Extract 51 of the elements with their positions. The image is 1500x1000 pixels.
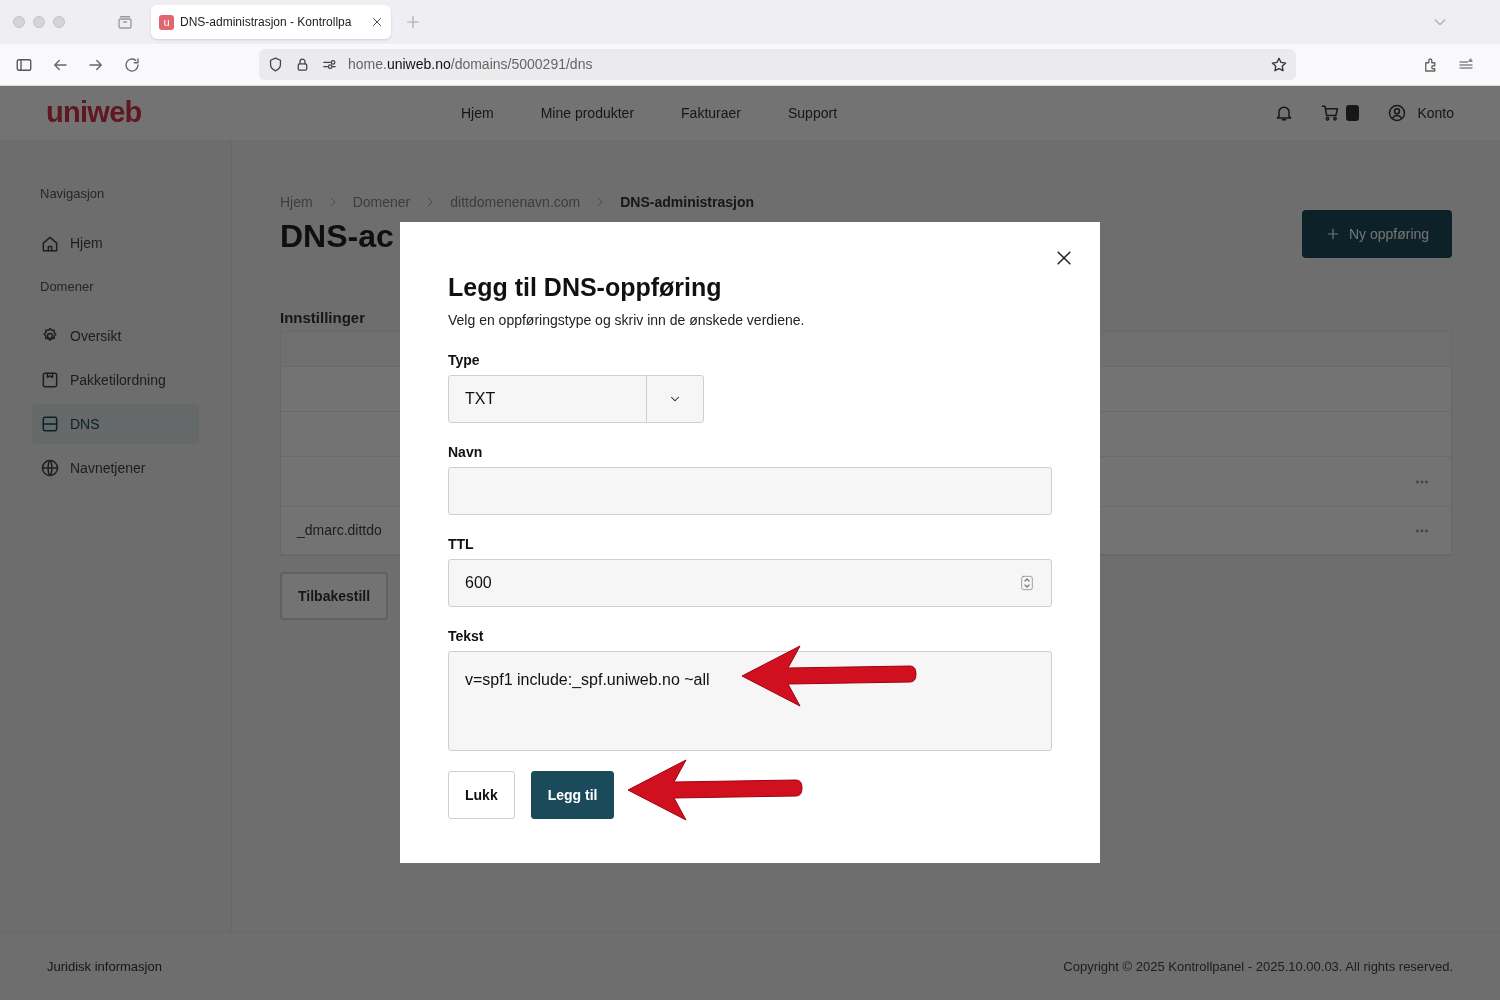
- add-button[interactable]: Legg til: [530, 771, 615, 819]
- field-label: Type: [448, 351, 481, 368]
- field-label: Tekst: [448, 627, 485, 644]
- page-title: DNS-ac: [280, 217, 394, 256]
- tab-title: DNS-administrasjon - Kontrollpa: [180, 14, 353, 31]
- close-button[interactable]: Lukk: [448, 771, 515, 819]
- sidebar-item[interactable]: Navnetjener: [32, 448, 199, 488]
- reload-icon[interactable]: [123, 55, 141, 74]
- table-cell-text: _dmarc.dittdo: [297, 521, 382, 540]
- server-icon: [40, 414, 60, 434]
- sidebar-item[interactable]: Pakketilordning: [32, 360, 199, 400]
- globe-icon: [40, 458, 60, 478]
- star-icon[interactable]: [1270, 55, 1288, 74]
- ttl-input[interactable]: 600: [448, 559, 1052, 607]
- sidebar-item[interactable]: Hjem: [32, 223, 199, 264]
- close-icon[interactable]: [371, 16, 383, 28]
- nav-link[interactable]: Support: [788, 102, 838, 124]
- cart-icon[interactable]: [1320, 103, 1341, 123]
- url-text: home.uniweb.no/domains/5000291/dns: [348, 55, 594, 74]
- type-dropdown[interactable]: TXT: [448, 375, 704, 423]
- account-link[interactable]: Konto: [1417, 102, 1454, 124]
- browser-tab[interactable]: u DNS-administrasjon - Kontrollpa: [151, 5, 391, 39]
- reset-button[interactable]: Tilbakestill: [280, 572, 389, 620]
- shield-icon: [267, 56, 284, 73]
- copyright-text: Copyright © 2025 Kontrollpanel - 2025.10.00.03. All rights reserved.: [1063, 957, 1453, 976]
- section-title: Innstillinger: [280, 308, 365, 328]
- user-circle-icon[interactable]: [1387, 103, 1408, 123]
- logo[interactable]: uniweb: [46, 91, 461, 135]
- section-heading: Navigasjon: [40, 185, 106, 203]
- address-bar[interactable]: home.uniweb.no/domains/5000291/dns: [259, 49, 1296, 80]
- nav-link[interactable]: Fakturaer: [681, 102, 741, 124]
- field-label: Navn: [448, 443, 484, 460]
- spinner-icon[interactable]: [1019, 575, 1035, 591]
- dialog-subtitle: Velg en oppføringstype og skriv inn de ønskede verdiene.: [448, 311, 806, 330]
- favicon-icon: u: [159, 14, 174, 30]
- close-icon[interactable]: [1054, 248, 1074, 268]
- cart-badge: [1346, 105, 1360, 121]
- sidebar-item[interactable]: Oversikt: [32, 316, 199, 356]
- sidebar-item[interactable]: DNS: [32, 404, 199, 444]
- text-input[interactable]: v=spf1 include:_spf.uniweb.no ~all: [448, 651, 1052, 751]
- footer-link[interactable]: Juridisk informasjon: [47, 956, 162, 977]
- nav-link[interactable]: Hjem: [461, 102, 494, 124]
- tab-overview-icon[interactable]: [116, 13, 134, 31]
- new-record-button[interactable]: Ny oppføring: [1302, 210, 1452, 258]
- name-input[interactable]: [448, 467, 1052, 515]
- section-heading: Domener: [40, 277, 95, 296]
- package-icon: [40, 370, 60, 390]
- field-label: TTL: [448, 535, 475, 552]
- breadcrumb-link[interactable]: DNS-administrasjon: [620, 191, 755, 213]
- dialog-title: Legg til DNS-oppføring: [448, 272, 723, 303]
- nav-link[interactable]: Mine produkter: [540, 102, 635, 124]
